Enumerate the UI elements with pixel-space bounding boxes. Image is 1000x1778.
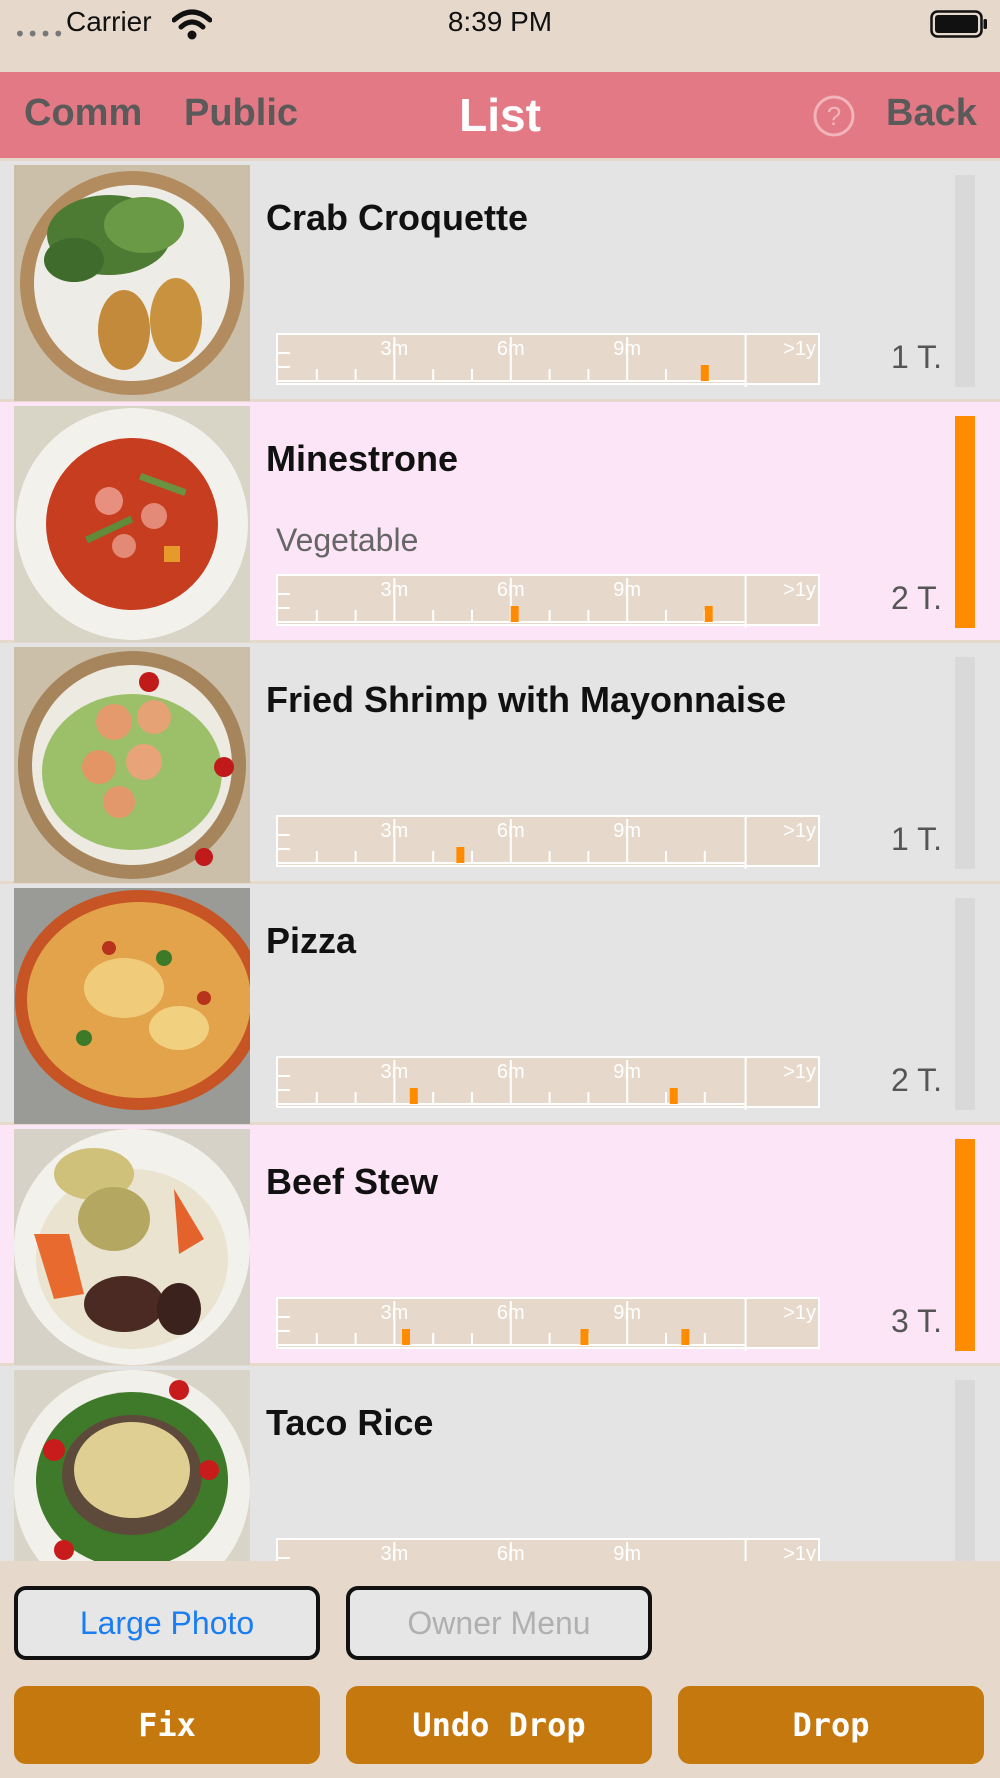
history-mark xyxy=(402,1329,411,1345)
item-title: Fried Shrimp with Mayonnaise xyxy=(266,679,787,720)
beef-stew-photo xyxy=(14,1129,250,1365)
timeline-tick-label: 3m xyxy=(381,1302,409,1324)
history-mark xyxy=(580,1329,589,1345)
times-count: 2 T. xyxy=(891,1062,942,1098)
battery-icon xyxy=(930,10,987,38)
status-bar: •••• Carrier 8:39 PM xyxy=(0,0,1000,72)
item-title: Taco Rice xyxy=(266,1402,434,1443)
timeline-tick-label: 6m xyxy=(497,579,525,601)
timeline-tick-label: 3m xyxy=(381,338,409,360)
level-bar xyxy=(955,657,975,869)
timeline-tick-label: >1y xyxy=(783,579,816,601)
timeline-tick-label: 9m xyxy=(613,338,641,360)
timeline-tick-label: 3m xyxy=(381,1061,409,1083)
timeline-tick-label: 9m xyxy=(613,579,641,601)
taco-rice-photo xyxy=(14,1370,250,1561)
history-timeline: 3m 6m 9m >1y xyxy=(276,1056,820,1110)
level-bar xyxy=(955,416,975,628)
minestrone-photo xyxy=(14,406,250,642)
shrimp-salad-photo xyxy=(14,647,250,883)
large-photo-button[interactable]: Large Photo xyxy=(14,1586,320,1660)
fix-button[interactable]: Fix xyxy=(14,1686,320,1764)
times-count: 1 T. xyxy=(891,339,942,375)
list-item[interactable]: Fried Shrimp with Mayonnaise 3m 6m 9m >1y 1… xyxy=(0,643,1000,883)
drop-button[interactable]: Drop xyxy=(678,1686,984,1764)
timeline-tick-label: >1y xyxy=(783,820,816,842)
clock: 8:39 PM xyxy=(447,6,553,37)
undo-drop-button[interactable]: Undo Drop xyxy=(346,1686,652,1764)
timeline-tick-label: >1y xyxy=(783,1543,816,1561)
timeline-tick-label: 6m xyxy=(497,820,525,842)
timeline-tick-label: 9m xyxy=(613,1061,641,1083)
timeline-tick-label: 6m xyxy=(497,1061,525,1083)
item-title: Minestrone xyxy=(266,438,459,479)
timeline-tick-label: 9m xyxy=(613,1543,641,1561)
times-count: 1 T. xyxy=(891,821,942,857)
level-bar xyxy=(955,175,975,387)
svg-text:?: ? xyxy=(827,101,841,131)
timeline-tick-label: 9m xyxy=(613,1302,641,1324)
timeline-tick-label: >1y xyxy=(783,1061,816,1083)
timeline-tick-label: 3m xyxy=(381,579,409,601)
history-mark xyxy=(456,847,465,863)
timeline-tick-label: 6m xyxy=(497,338,525,360)
level-bar xyxy=(955,1139,975,1351)
history-mark xyxy=(704,606,713,622)
item-category: Vegetable xyxy=(276,522,419,558)
back-button[interactable]: Back xyxy=(886,92,977,135)
recipe-list[interactable]: Crab Croquette 3m 6m 9m >1y 1 T. Minestrone… xyxy=(0,161,1000,1561)
list-item[interactable]: Pizza 3m 6m 9m >1y 2 T. xyxy=(0,884,1000,1124)
timeline-tick-label: 3m xyxy=(381,820,409,842)
history-timeline: 3m 6m 9m >1y xyxy=(276,1297,820,1351)
item-title: Crab Croquette xyxy=(266,197,529,238)
list-item[interactable]: Beef Stew 3m 6m 9m >1y 3 T. xyxy=(0,1125,1000,1365)
history-mark xyxy=(409,1088,418,1104)
list-item[interactable]: Crab Croquette 3m 6m 9m >1y 1 T. xyxy=(0,161,1000,401)
level-bar xyxy=(955,898,975,1110)
history-mark xyxy=(510,606,519,622)
times-count: 2 T. xyxy=(891,580,942,616)
list-item[interactable]: Taco Rice 3m 6m 9m >1y xyxy=(0,1366,1000,1561)
history-timeline: 3m 6m 9m >1y xyxy=(276,574,820,628)
croquette-photo xyxy=(14,165,250,401)
timeline-tick-label: 9m xyxy=(613,820,641,842)
history-mark xyxy=(700,365,709,381)
timeline-tick-label: >1y xyxy=(783,1302,816,1324)
history-mark xyxy=(669,1088,678,1104)
times-count: 3 T. xyxy=(891,1303,942,1339)
item-title: Pizza xyxy=(266,920,357,961)
question-circle-icon[interactable]: ? xyxy=(812,94,856,138)
timeline-tick-label: 6m xyxy=(497,1302,525,1324)
history-timeline: 3m 6m 9m >1y xyxy=(276,333,820,387)
history-timeline: 3m 6m 9m >1y xyxy=(276,815,820,869)
timeline-tick-label: >1y xyxy=(783,338,816,360)
timeline-tick-label: 3m xyxy=(381,1543,409,1561)
item-title: Beef Stew xyxy=(266,1161,439,1202)
history-mark xyxy=(681,1329,690,1345)
pizza-photo xyxy=(14,888,250,1124)
history-timeline: 3m 6m 9m >1y xyxy=(276,1538,820,1561)
comm-button[interactable]: Comm xyxy=(24,92,142,135)
list-item[interactable]: Minestrone Vegetable 3m 6m 9m >1y 2 T. xyxy=(0,402,1000,642)
timeline-tick-label: 6m xyxy=(497,1543,525,1561)
navigation-bar: Comm Public List ? Back xyxy=(0,72,1000,158)
owner-menu-button[interactable]: Owner Menu xyxy=(346,1586,652,1660)
public-button[interactable]: Public xyxy=(184,92,298,135)
level-bar xyxy=(955,1380,975,1561)
